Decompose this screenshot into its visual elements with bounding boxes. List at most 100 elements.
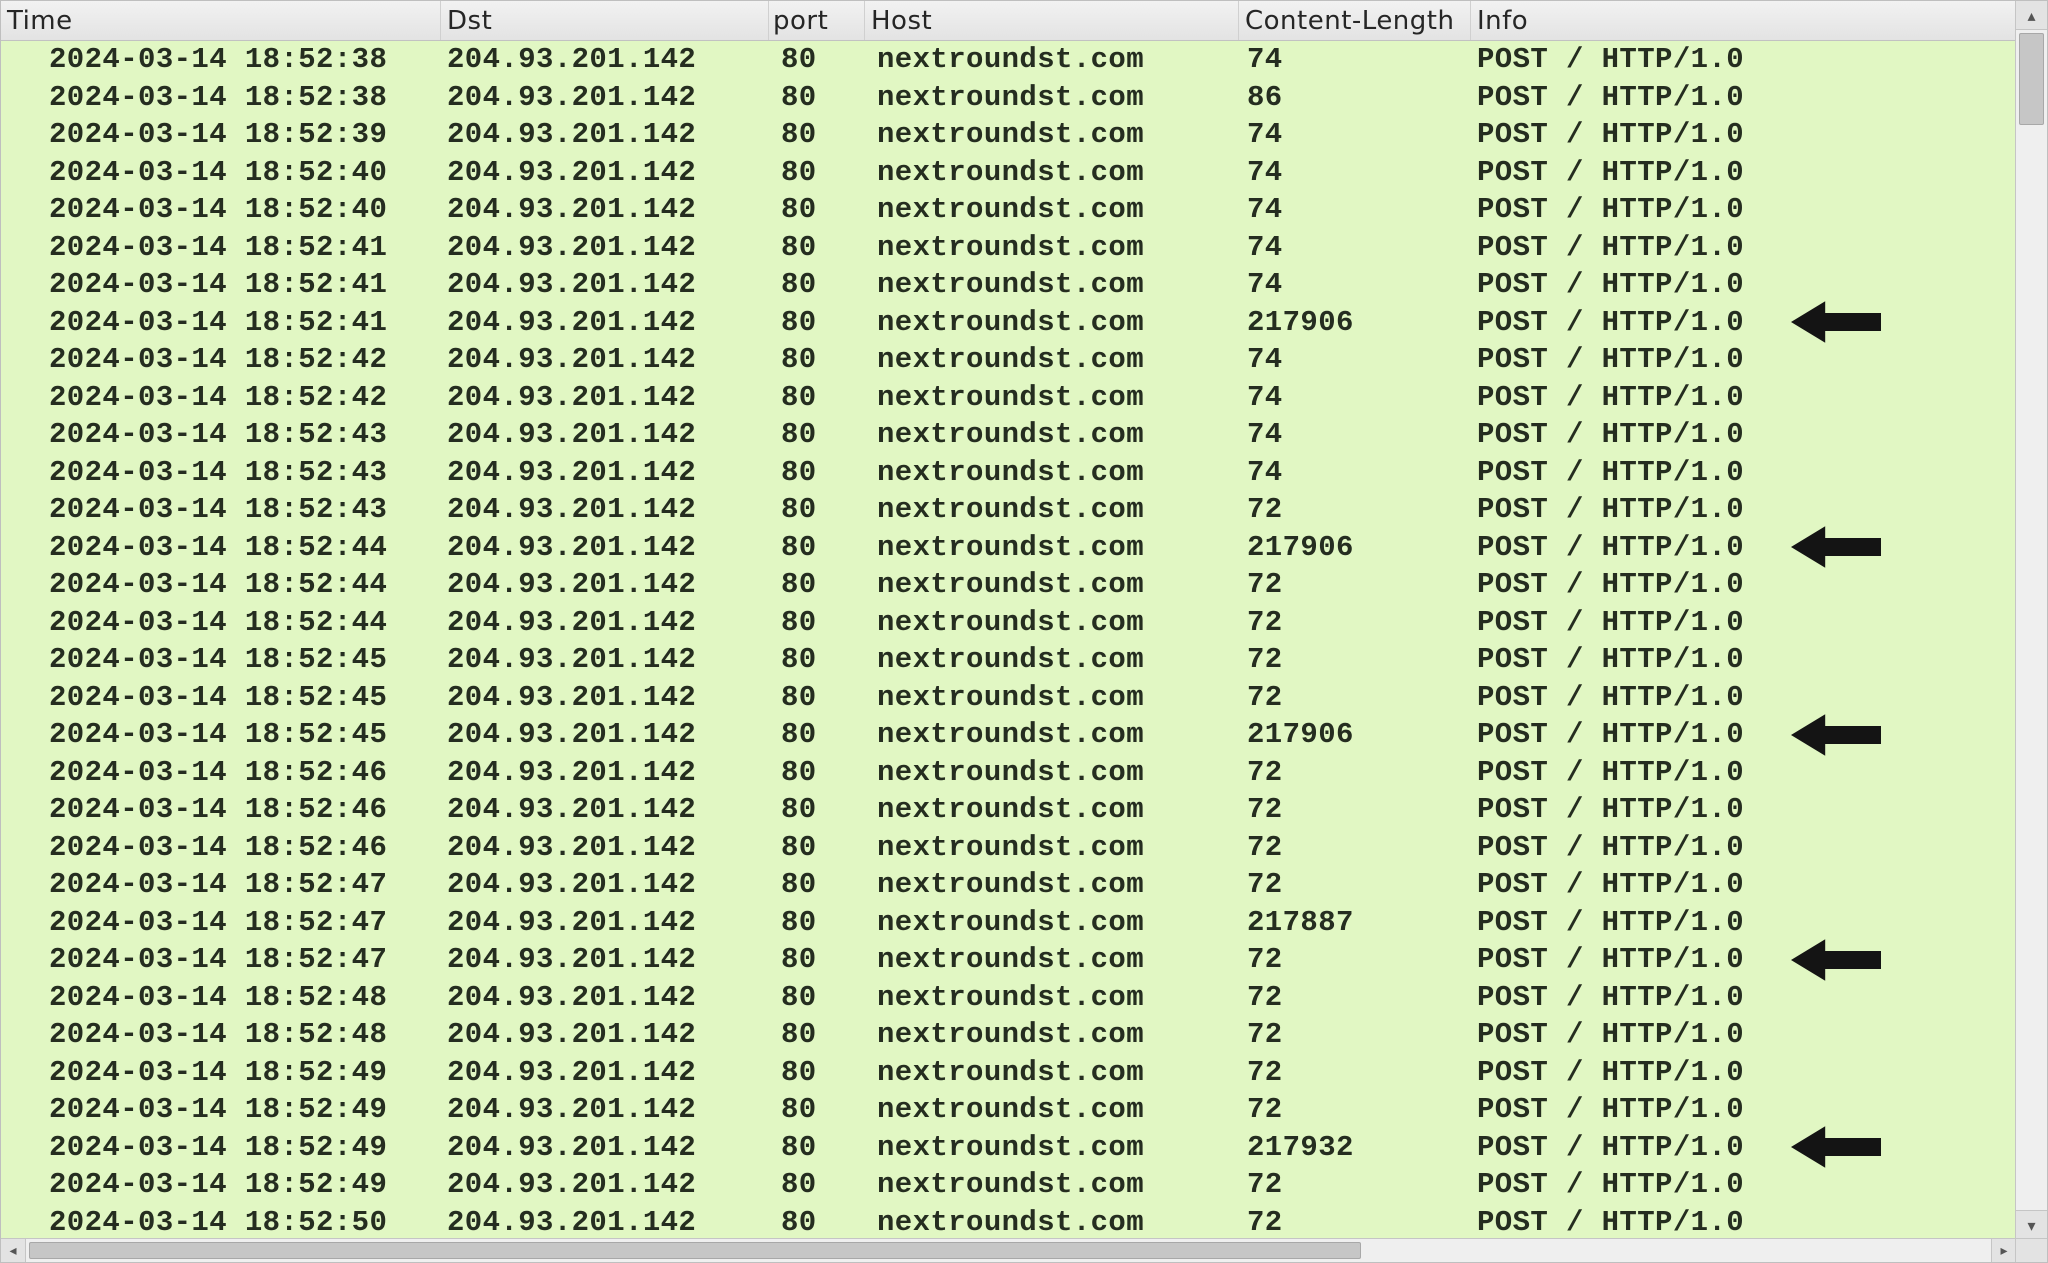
cell-dst: 204.93.201.142 [441, 341, 769, 379]
column-header-dst[interactable]: Dst [441, 1, 769, 40]
cell-dst: 204.93.201.142 [441, 529, 769, 567]
cell-port: 80 [769, 529, 865, 567]
cell-dst: 204.93.201.142 [441, 41, 769, 79]
cell-info: POST / HTTP/1.0 [1471, 491, 2016, 529]
cell-time: 2024-03-14 18:52:49 [1, 1054, 441, 1092]
cell-info: POST / HTTP/1.0 [1471, 641, 2016, 679]
cell-info: POST / HTTP/1.0 [1471, 866, 2016, 904]
vertical-scrollbar[interactable]: ▴ ▾ [2015, 1, 2047, 1239]
table-row[interactable]: 2024-03-14 18:52:49204.93.201.14280nextr… [1, 1091, 2016, 1129]
table-row[interactable]: 2024-03-14 18:52:39204.93.201.14280nextr… [1, 116, 2016, 154]
cell-dst: 204.93.201.142 [441, 941, 769, 979]
table-row[interactable]: 2024-03-14 18:52:41204.93.201.14280nextr… [1, 266, 2016, 304]
vertical-scroll-thumb[interactable] [2019, 33, 2044, 125]
cell-len: 74 [1239, 116, 1471, 154]
cell-time: 2024-03-14 18:52:38 [1, 41, 441, 79]
column-header-info[interactable]: Info [1471, 1, 2016, 40]
cell-time: 2024-03-14 18:52:43 [1, 416, 441, 454]
column-header-port[interactable]: port [769, 1, 865, 40]
cell-host: nextroundst.com [865, 304, 1239, 342]
table-row[interactable]: 2024-03-14 18:52:41204.93.201.14280nextr… [1, 304, 2016, 342]
table-row[interactable]: 2024-03-14 18:52:49204.93.201.14280nextr… [1, 1166, 2016, 1204]
cell-port: 80 [769, 1204, 865, 1240]
horizontal-scrollbar[interactable]: ◂ ▸ [1, 1238, 2016, 1262]
table-row[interactable]: 2024-03-14 18:52:47204.93.201.14280nextr… [1, 941, 2016, 979]
cell-port: 80 [769, 829, 865, 867]
cell-dst: 204.93.201.142 [441, 79, 769, 117]
cell-time: 2024-03-14 18:52:39 [1, 116, 441, 154]
scroll-right-button[interactable]: ▸ [1991, 1239, 2016, 1262]
cell-len: 72 [1239, 791, 1471, 829]
cell-port: 80 [769, 604, 865, 642]
table-row[interactable]: 2024-03-14 18:52:38204.93.201.14280nextr… [1, 41, 2016, 79]
cell-time: 2024-03-14 18:52:44 [1, 604, 441, 642]
table-row[interactable]: 2024-03-14 18:52:45204.93.201.14280nextr… [1, 641, 2016, 679]
table-row[interactable]: 2024-03-14 18:52:43204.93.201.14280nextr… [1, 454, 2016, 492]
table-row[interactable]: 2024-03-14 18:52:45204.93.201.14280nextr… [1, 716, 2016, 754]
cell-dst: 204.93.201.142 [441, 1054, 769, 1092]
column-header-content-length[interactable]: Content-Length [1239, 1, 1471, 40]
cell-port: 80 [769, 229, 865, 267]
table-row[interactable]: 2024-03-14 18:52:43204.93.201.14280nextr… [1, 416, 2016, 454]
cell-info: POST / HTTP/1.0 [1471, 379, 2016, 417]
cell-info: POST / HTTP/1.0 [1471, 1016, 2016, 1054]
table-row[interactable]: 2024-03-14 18:52:45204.93.201.14280nextr… [1, 679, 2016, 717]
cell-port: 80 [769, 1129, 865, 1167]
cell-len: 72 [1239, 679, 1471, 717]
table-row[interactable]: 2024-03-14 18:52:43204.93.201.14280nextr… [1, 491, 2016, 529]
scroll-left-button[interactable]: ◂ [1, 1239, 26, 1262]
cell-time: 2024-03-14 18:52:47 [1, 866, 441, 904]
cell-dst: 204.93.201.142 [441, 904, 769, 942]
cell-host: nextroundst.com [865, 491, 1239, 529]
table-row[interactable]: 2024-03-14 18:52:49204.93.201.14280nextr… [1, 1054, 2016, 1092]
table-row[interactable]: 2024-03-14 18:52:50204.93.201.14280nextr… [1, 1204, 2016, 1240]
table-row[interactable]: 2024-03-14 18:52:47204.93.201.14280nextr… [1, 904, 2016, 942]
table-row[interactable]: 2024-03-14 18:52:46204.93.201.14280nextr… [1, 829, 2016, 867]
cell-time: 2024-03-14 18:52:49 [1, 1129, 441, 1167]
table-row[interactable]: 2024-03-14 18:52:40204.93.201.14280nextr… [1, 154, 2016, 192]
table-row[interactable]: 2024-03-14 18:52:46204.93.201.14280nextr… [1, 754, 2016, 792]
cell-info: POST / HTTP/1.0 [1471, 604, 2016, 642]
scroll-down-button[interactable]: ▾ [2016, 1210, 2047, 1239]
table-row[interactable]: 2024-03-14 18:52:46204.93.201.14280nextr… [1, 791, 2016, 829]
cell-dst: 204.93.201.142 [441, 454, 769, 492]
cell-len: 72 [1239, 641, 1471, 679]
column-header-time[interactable]: Time [1, 1, 441, 40]
cell-port: 80 [769, 679, 865, 717]
cell-port: 80 [769, 566, 865, 604]
cell-port: 80 [769, 979, 865, 1017]
table-row[interactable]: 2024-03-14 18:52:42204.93.201.14280nextr… [1, 379, 2016, 417]
cell-host: nextroundst.com [865, 1166, 1239, 1204]
cell-port: 80 [769, 341, 865, 379]
cell-dst: 204.93.201.142 [441, 229, 769, 267]
horizontal-scroll-thumb[interactable] [29, 1242, 1361, 1259]
scroll-up-button[interactable]: ▴ [2016, 1, 2047, 30]
cell-host: nextroundst.com [865, 566, 1239, 604]
cell-host: nextroundst.com [865, 866, 1239, 904]
cell-time: 2024-03-14 18:52:43 [1, 491, 441, 529]
table-row[interactable]: 2024-03-14 18:52:38204.93.201.14280nextr… [1, 79, 2016, 117]
packet-list-body[interactable]: 2024-03-14 18:52:38204.93.201.14280nextr… [1, 41, 2016, 1239]
table-row[interactable]: 2024-03-14 18:52:48204.93.201.14280nextr… [1, 1016, 2016, 1054]
table-row[interactable]: 2024-03-14 18:52:44204.93.201.14280nextr… [1, 604, 2016, 642]
cell-info: POST / HTTP/1.0 [1471, 191, 2016, 229]
cell-info: POST / HTTP/1.0 [1471, 979, 2016, 1017]
cell-len: 72 [1239, 1166, 1471, 1204]
cell-info: POST / HTTP/1.0 [1471, 679, 2016, 717]
column-header-host[interactable]: Host [865, 1, 1239, 40]
cell-dst: 204.93.201.142 [441, 416, 769, 454]
table-row[interactable]: 2024-03-14 18:52:42204.93.201.14280nextr… [1, 341, 2016, 379]
cell-port: 80 [769, 116, 865, 154]
cell-port: 80 [769, 1091, 865, 1129]
table-row[interactable]: 2024-03-14 18:52:47204.93.201.14280nextr… [1, 866, 2016, 904]
table-row[interactable]: 2024-03-14 18:52:48204.93.201.14280nextr… [1, 979, 2016, 1017]
table-row[interactable]: 2024-03-14 18:52:44204.93.201.14280nextr… [1, 566, 2016, 604]
table-row[interactable]: 2024-03-14 18:52:49204.93.201.14280nextr… [1, 1129, 2016, 1167]
table-row[interactable]: 2024-03-14 18:52:44204.93.201.14280nextr… [1, 529, 2016, 567]
cell-time: 2024-03-14 18:52:46 [1, 829, 441, 867]
cell-host: nextroundst.com [865, 904, 1239, 942]
table-row[interactable]: 2024-03-14 18:52:40204.93.201.14280nextr… [1, 191, 2016, 229]
cell-len: 72 [1239, 866, 1471, 904]
table-row[interactable]: 2024-03-14 18:52:41204.93.201.14280nextr… [1, 229, 2016, 267]
cell-len: 72 [1239, 941, 1471, 979]
